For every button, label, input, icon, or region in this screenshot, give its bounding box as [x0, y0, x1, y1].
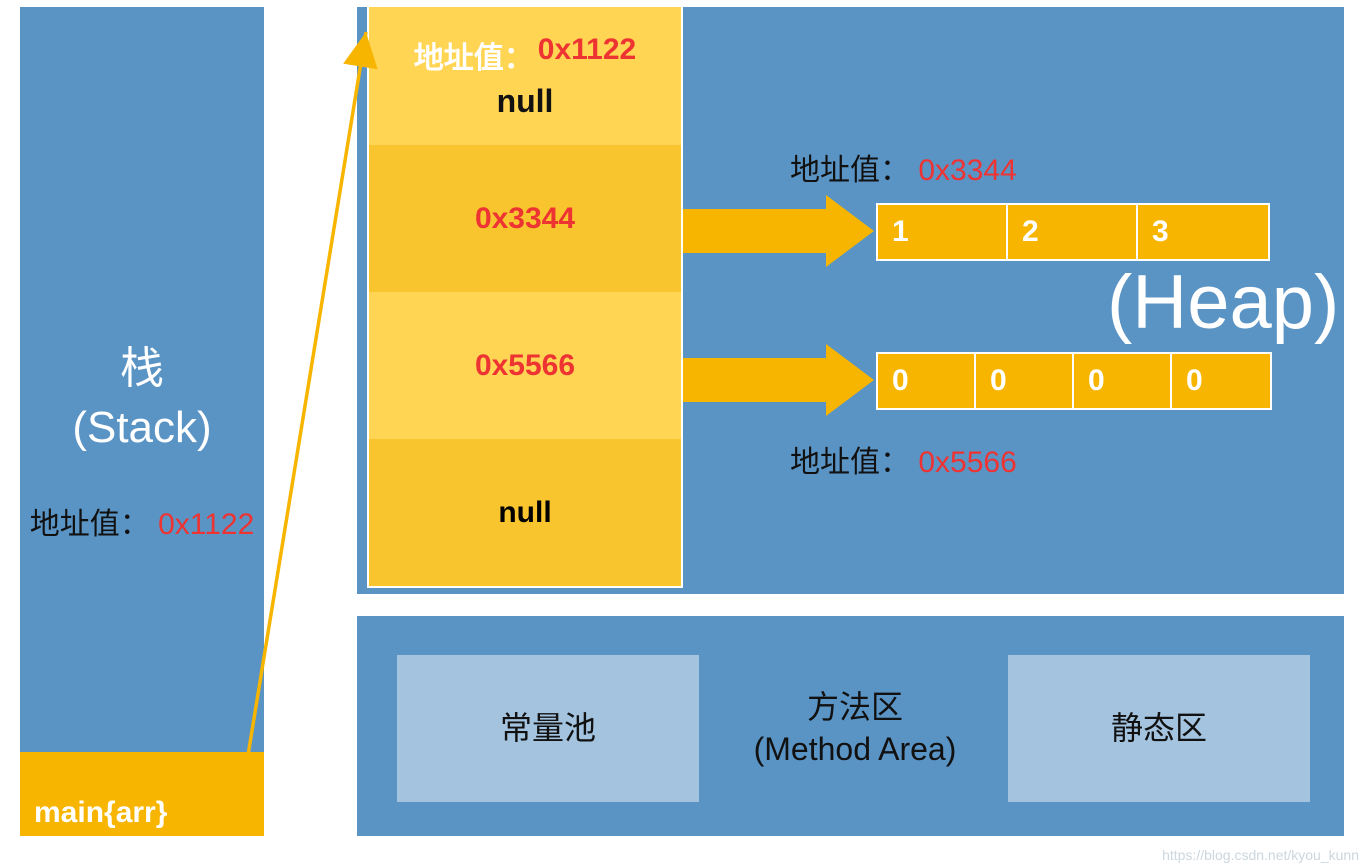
array-slot-3: null — [369, 439, 681, 586]
heap-addr2-value: 0x5566 — [918, 446, 1016, 479]
arrow-to-arr2-shaft — [683, 358, 828, 402]
heap-arr2-cell-3: 0 — [1172, 354, 1270, 408]
stack-addr-value: 0x1122 — [158, 508, 254, 541]
heap-addr-label-2: 地址值： 0x5566 — [790, 437, 1017, 481]
array-slot-0-value: null — [497, 83, 554, 120]
array-slot-1-value: 0x3344 — [475, 202, 575, 236]
static-area-label: 静态区 — [1111, 708, 1207, 750]
arrow-to-arr2-head — [826, 344, 874, 416]
heap-array-1: 1 2 3 — [876, 203, 1270, 261]
array-slot-3-value: null — [498, 496, 551, 530]
heap-arr2-cell-2: 0 — [1074, 354, 1172, 408]
heap-addr1-label: 地址值： — [790, 154, 910, 187]
constant-pool-box: 常量池 — [397, 655, 699, 802]
heap-arr2-cell-1: 0 — [976, 354, 1074, 408]
heap-addr1-value: 0x3344 — [918, 154, 1016, 187]
heap-addr2-label: 地址值： — [790, 446, 910, 479]
method-area-label-box: 方法区 (Method Area) — [737, 655, 973, 802]
heap-addr-label-1: 地址值： 0x3344 — [790, 145, 1017, 189]
stack-title-cn: 栈 — [20, 339, 264, 398]
stack-frame-main: main{arr} — [20, 752, 264, 836]
array-slot-2-value: 0x5566 — [475, 349, 575, 383]
heap-array-2: 0 0 0 0 — [876, 352, 1272, 410]
stack-address: 地址值： 0x1122 — [20, 499, 264, 543]
stack-addr-label: 地址值： — [30, 508, 150, 541]
stack-panel: 栈 (Stack) 地址值： 0x1122 main{arr} — [18, 5, 266, 838]
arrow-to-arr1-head — [826, 195, 874, 267]
constant-pool-label: 常量池 — [500, 708, 596, 750]
arrow-to-arr1-shaft — [683, 209, 828, 253]
stack-title-en: (Stack) — [20, 398, 264, 457]
heap-arr1-cell-1: 2 — [1008, 205, 1138, 259]
method-area-panel: 常量池 方法区 (Method Area) 静态区 — [355, 614, 1346, 838]
heap-arr2-cell-0: 0 — [878, 354, 976, 408]
static-area-box: 静态区 — [1008, 655, 1310, 802]
array-slot-0: 地址值： 0x1122 null — [369, 7, 681, 145]
heap-arr1-cell-0: 1 — [878, 205, 1008, 259]
array-slot-2: 0x5566 — [369, 292, 681, 439]
method-area-en: (Method Area) — [754, 729, 957, 771]
heap-arr1-cell-2: 3 — [1138, 205, 1268, 259]
array-header-label: 地址值： — [414, 33, 534, 77]
watermark: https://blog.csdn.net/kyou_kunn — [1162, 847, 1359, 863]
array-slot-1: 0x3344 — [369, 145, 681, 292]
array-header-value: 0x1122 — [538, 33, 636, 77]
stack-frame-main-label: main{arr} — [34, 796, 167, 830]
array-header: 地址值： 0x1122 — [414, 33, 636, 77]
method-area-cn: 方法区 — [807, 687, 903, 729]
stack-title: 栈 (Stack) — [20, 339, 264, 458]
array-object: 地址值： 0x1122 null 0x3344 0x5566 null — [367, 5, 683, 588]
heap-title: (Heap) — [1107, 259, 1339, 346]
